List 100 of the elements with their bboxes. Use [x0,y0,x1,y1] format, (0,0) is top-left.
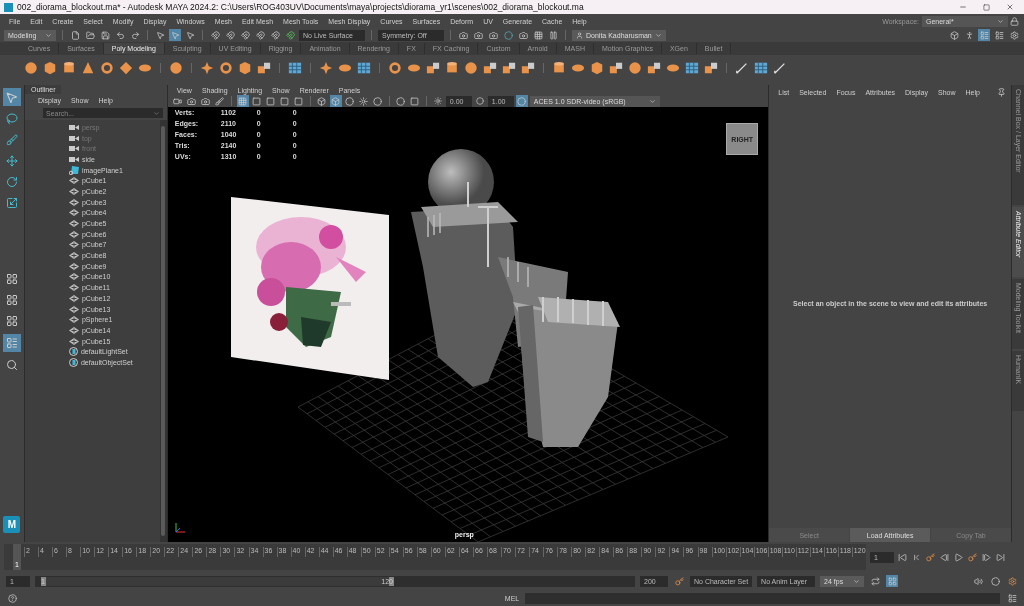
exposure-icon[interactable] [431,95,444,107]
scale-tool-icon[interactable] [4,195,20,211]
mesh-icon [68,177,79,185]
star-icon[interactable] [200,61,214,75]
settings-icon[interactable] [1008,29,1020,41]
sphere-icon[interactable] [24,61,38,75]
diamond-icon[interactable] [119,61,133,75]
mesh-icon [68,262,79,270]
split-icon[interactable] [647,61,661,75]
animation-preferences-icon[interactable] [1006,575,1018,587]
render-settings-icon[interactable] [487,29,499,41]
split-icon[interactable] [257,61,271,75]
gamma-icon[interactable] [473,95,486,107]
sun-icon [433,97,442,105]
smooth-shade-icon[interactable] [329,95,342,107]
caret-icon [45,31,52,39]
wireframe-icon[interactable] [315,95,328,107]
split-icon[interactable] [483,61,497,75]
cube-icon[interactable] [238,61,252,75]
minimize-icon [959,3,967,11]
mesh-icon [68,316,79,324]
split-icon[interactable] [521,61,535,75]
grid-icon[interactable] [685,61,699,75]
mesh-icon [68,337,79,345]
caret-icon [152,109,160,117]
mesh-icon [68,209,79,217]
search-icon[interactable] [4,357,20,373]
sound-icon[interactable] [972,575,984,587]
cylinder-icon[interactable] [552,61,566,75]
caret-icon [997,17,1004,25]
image-plane-icon [68,165,79,175]
sphere-icon[interactable] [628,61,642,75]
lights-icon[interactable] [357,95,370,107]
axis-icon [173,522,186,534]
grid-icon[interactable] [357,61,371,75]
select-hierarchy-icon[interactable] [154,29,166,41]
previous-key-icon[interactable] [924,551,936,563]
sphere-icon[interactable] [169,61,183,75]
lasso-icon[interactable] [4,111,20,127]
script-editor-icon[interactable] [1006,592,1018,604]
maya-logo: M [3,516,21,533]
pen-icon[interactable] [735,61,749,75]
tool-settings-icon[interactable] [993,29,1005,41]
help-icon[interactable] [6,592,18,604]
circle-icon [475,97,484,105]
cone-icon[interactable] [81,61,95,75]
user-icon [576,31,583,39]
ipr-render-icon[interactable] [472,29,484,41]
mesh-icon [68,326,79,334]
modeling-toolkit-icon[interactable] [948,29,960,41]
cube-icon[interactable] [590,61,604,75]
set-icon [68,357,78,367]
grid-toggle-icon[interactable] [236,95,249,107]
cylinder-icon[interactable] [62,61,76,75]
outliner-layout-icon[interactable] [3,334,21,352]
cylinder-icon[interactable] [445,61,459,75]
select-tool-icon[interactable] [3,88,21,106]
split-icon[interactable] [502,61,516,75]
pen-icon[interactable] [773,61,787,75]
save-icon[interactable] [99,29,111,41]
pin-icon[interactable] [995,86,1007,98]
loop-icon[interactable] [869,575,882,587]
mesh-icon [68,230,79,238]
caret-icon [853,577,861,585]
grid-icon[interactable] [754,61,768,75]
torus-icon[interactable] [219,61,233,75]
redo-icon[interactable] [129,29,141,41]
next-key-icon[interactable] [966,551,978,563]
play-backward-icon[interactable] [938,551,950,563]
torus-icon[interactable] [388,61,402,75]
star-icon[interactable] [319,61,333,75]
split-icon[interactable] [609,61,623,75]
go-to-start-icon[interactable] [896,551,908,563]
sphere-icon[interactable] [464,61,478,75]
lock-icon[interactable] [1008,15,1020,27]
render-view-icon[interactable] [517,29,529,41]
undo-icon[interactable] [114,29,126,41]
split-icon[interactable] [426,61,440,75]
render-icon[interactable] [457,29,469,41]
open-folder-icon[interactable] [84,29,96,41]
split-icon[interactable] [704,61,718,75]
mesh-icon [68,273,79,281]
play-icon[interactable] [952,551,964,563]
paint-select-icon[interactable] [4,132,20,148]
grid-icon[interactable] [288,61,302,75]
auto-key-icon[interactable] [673,575,685,587]
scrollbar-thumb[interactable] [161,126,166,536]
rotate-tool-icon[interactable] [4,174,20,190]
cache-icon[interactable] [886,575,899,587]
grease-pencil-icon[interactable] [213,95,226,107]
range-bar[interactable] [41,576,394,586]
go-to-end-icon[interactable] [994,551,1006,563]
mesh-icon [68,252,79,260]
torus-icon[interactable] [100,61,114,75]
move-tool-icon[interactable] [4,153,20,169]
new-file-icon[interactable] [69,29,81,41]
select-component-icon[interactable] [184,29,196,41]
pause-icon[interactable] [547,29,559,41]
cube-icon[interactable] [43,61,57,75]
step-forward-icon[interactable] [980,551,992,563]
